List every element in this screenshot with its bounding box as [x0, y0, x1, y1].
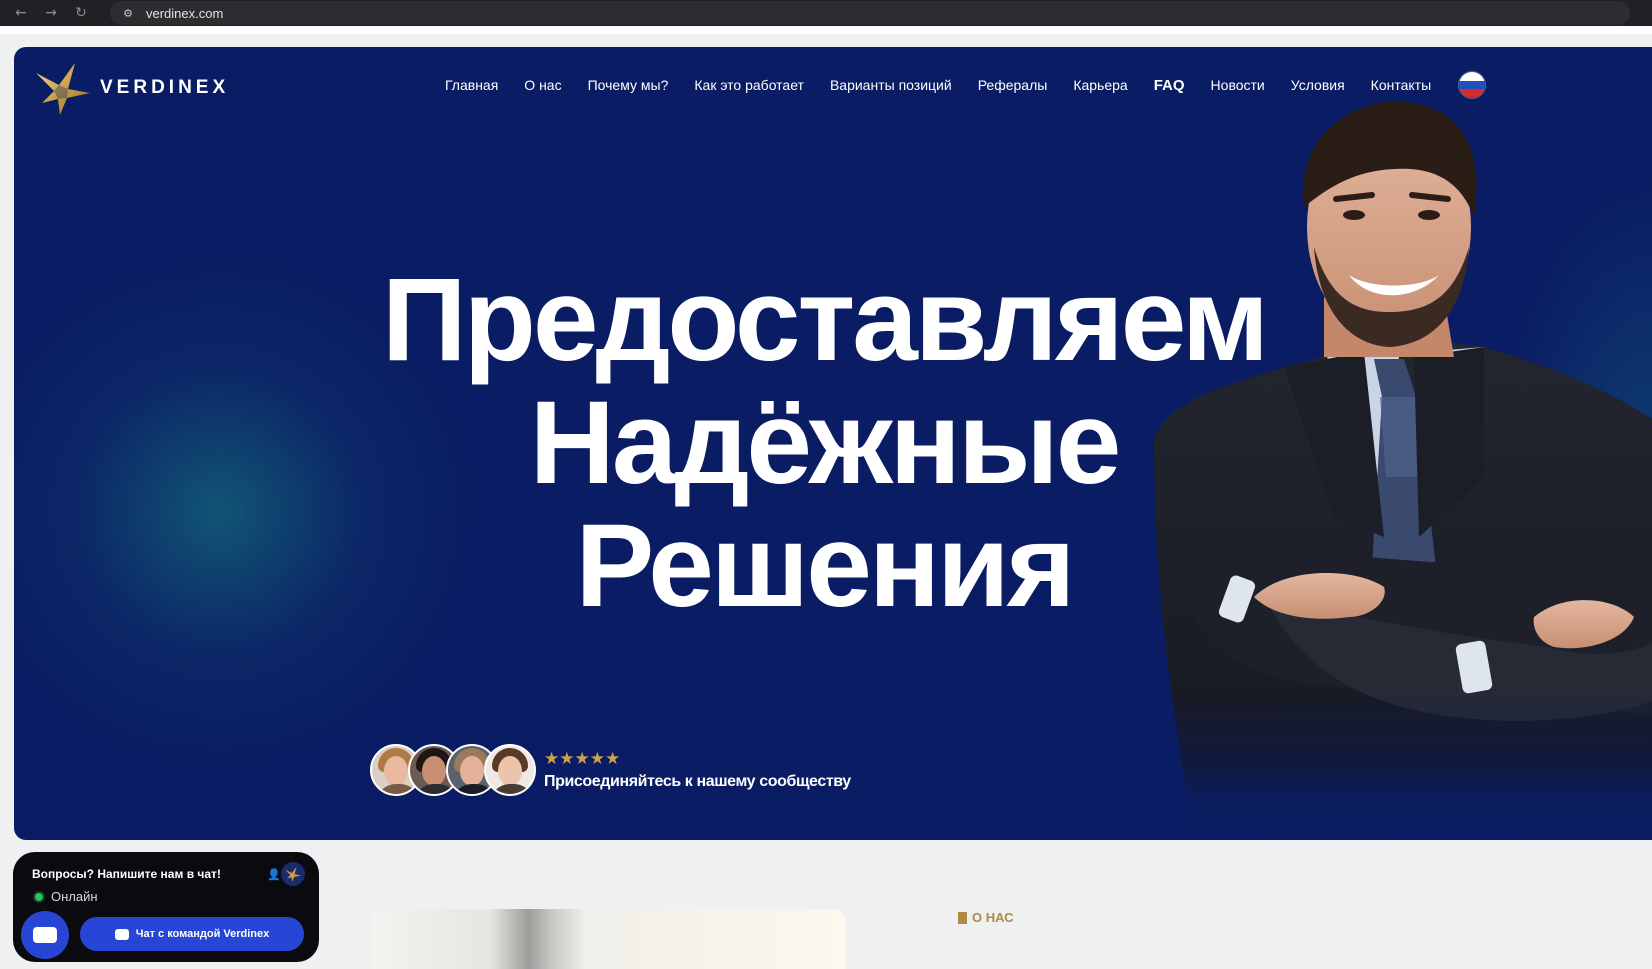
star-logo-icon — [36, 63, 90, 115]
nav-why-us[interactable]: Почему мы? — [588, 77, 669, 93]
online-dot-icon — [35, 892, 43, 901]
nav-home[interactable]: Главная — [445, 77, 498, 93]
browser-toolbar: ← → ↻ ⚙ verdinex.com — [0, 0, 1652, 26]
chat-team-button[interactable]: Чат с командой Verdinex — [80, 917, 304, 951]
hero-section: VERDINEX Главная О нас Почему мы? Как эт… — [14, 47, 1652, 840]
chat-status: Онлайн — [35, 889, 98, 904]
reload-icon[interactable]: ↻ — [66, 3, 96, 23]
nav-how-it-works[interactable]: Как это работает — [694, 77, 804, 93]
community-block[interactable]: ★★★★★ Присоединяйтесь к нашему сообществ… — [370, 744, 851, 796]
logo-text: VERDINEX — [100, 77, 230, 98]
avatar — [484, 744, 536, 796]
nav-positions[interactable]: Варианты позиций — [830, 77, 952, 93]
nav-contacts[interactable]: Контакты — [1371, 77, 1431, 93]
chat-bubble-icon — [33, 927, 57, 943]
nav-news[interactable]: Новости — [1211, 77, 1265, 93]
hero-title-line-3: Решения — [575, 500, 1075, 632]
nav-referrals[interactable]: Рефералы — [978, 77, 1048, 93]
community-text-group: ★★★★★ Присоединяйтесь к нашему сообществ… — [544, 749, 851, 791]
person-icon: 👤 — [267, 868, 281, 881]
url-text[interactable]: verdinex.com — [146, 6, 223, 21]
chat-title: Вопросы? Напишите нам в чат! — [32, 867, 221, 881]
site-settings-icon[interactable]: ⚙ — [118, 4, 138, 22]
about-tag-label: О НАС — [972, 910, 1014, 925]
chat-open-button[interactable] — [21, 911, 69, 959]
about-section-tag: О НАС — [958, 910, 1014, 925]
about-image-card — [372, 909, 846, 969]
chat-logo-icon — [281, 862, 305, 886]
nav-about[interactable]: О нас — [524, 77, 561, 93]
page-top-strip — [0, 26, 1652, 34]
hero-title: Предоставляем Надёжные Решения — [324, 259, 1324, 628]
address-bar[interactable]: ⚙ verdinex.com — [110, 1, 1630, 25]
chat-team-label: Чат с командой Verdinex — [135, 928, 270, 940]
avatar-group — [370, 744, 536, 796]
hero-title-line-2: Надёжные — [529, 377, 1122, 509]
nav-terms[interactable]: Условия — [1291, 77, 1345, 93]
message-icon — [114, 928, 129, 940]
chat-widget[interactable]: Вопросы? Напишите нам в чат! 👤 Онлайн Ча… — [13, 852, 319, 962]
nav-faq[interactable]: FAQ — [1154, 77, 1185, 94]
main-nav: Главная О нас Почему мы? Как это работае… — [445, 71, 1487, 99]
rating-stars-icon: ★★★★★ — [544, 749, 621, 769]
hero-title-line-1: Предоставляем — [381, 254, 1269, 386]
chat-status-text: Онлайн — [51, 889, 98, 904]
russian-flag-icon[interactable] — [1458, 71, 1487, 99]
back-icon[interactable]: ← — [6, 3, 36, 23]
nav-career[interactable]: Карьера — [1073, 77, 1127, 93]
building-icon — [958, 911, 967, 924]
forward-icon[interactable]: → — [36, 3, 66, 23]
site-logo[interactable]: VERDINEX — [32, 59, 229, 117]
community-label[interactable]: Присоединяйтесь к нашему сообществу — [544, 773, 851, 791]
chat-header-icons: 👤 — [267, 862, 305, 886]
